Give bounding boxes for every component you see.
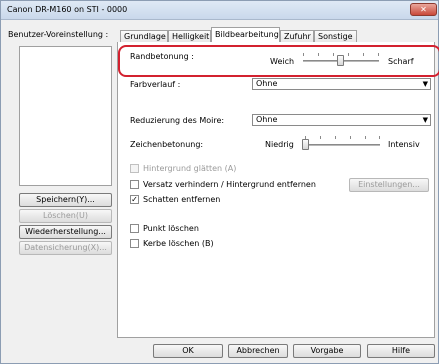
char-tick: [379, 136, 380, 139]
default-button[interactable]: Vorgabe: [293, 344, 361, 358]
moire-select[interactable]: Ohne ▼: [252, 114, 431, 126]
settings-button[interactable]: Einstellungen...: [349, 178, 429, 192]
gradient-select[interactable]: Ohne ▼: [252, 78, 431, 90]
char-max-label: Intensiv: [388, 140, 420, 149]
chevron-down-icon: ▼: [422, 116, 428, 124]
delete-preset-button[interactable]: Löschen(U): [19, 209, 112, 223]
restore-button[interactable]: Wiederherstellung...: [19, 225, 112, 239]
smooth-bg-label: Hintergrund glätten (A): [143, 164, 237, 173]
char-slider-thumb[interactable]: [302, 139, 309, 150]
char-min-label: Niedrig: [265, 140, 294, 149]
shadow-remove-checkbox[interactable]: ✓: [130, 195, 139, 204]
notch-remove-label: Kerbe löschen (B): [143, 239, 214, 248]
gradient-label: Farbverlauf :: [130, 80, 181, 89]
preset-label: Benutzer-Voreinstellung :: [8, 30, 109, 39]
char-emphasis-label: Zeichenbetonung:: [130, 140, 204, 149]
notch-remove-checkbox[interactable]: [130, 239, 139, 248]
highlight-frame: [118, 45, 439, 77]
char-slider-track[interactable]: [305, 144, 380, 146]
dialog-window: Canon DR-M160 on STI - 0000 ✕ Benutzer-V…: [0, 0, 439, 364]
save-preset-button[interactable]: Speichern(Y)...: [19, 193, 112, 207]
cancel-button[interactable]: Abbrechen: [228, 344, 288, 358]
close-button[interactable]: ✕: [410, 3, 437, 16]
bleed-through-label: Versatz verhindern / Hintergrund entfern…: [143, 180, 316, 189]
tab-bildbearbeitung[interactable]: Bildbearbeitung: [211, 27, 280, 43]
help-button[interactable]: Hilfe: [367, 344, 435, 358]
backup-button[interactable]: Datensicherung(X)...: [19, 241, 112, 255]
moire-label: Reduzierung des Moire:: [130, 116, 225, 125]
title-bar: Canon DR-M160 on STI - 0000 ✕: [1, 1, 438, 20]
punch-remove-checkbox[interactable]: [130, 224, 139, 233]
shadow-remove-label: Schatten entfernen: [143, 195, 221, 204]
window-title: Canon DR-M160 on STI - 0000: [7, 5, 128, 14]
punch-remove-label: Punkt löschen: [143, 224, 199, 233]
char-tick: [365, 136, 366, 139]
moire-value: Ohne: [256, 115, 278, 124]
char-tick: [350, 136, 351, 139]
chevron-down-icon: ▼: [422, 80, 428, 88]
preset-listbox[interactable]: [19, 46, 112, 186]
gradient-value: Ohne: [256, 79, 278, 88]
char-tick: [335, 136, 336, 139]
bleed-through-checkbox[interactable]: [130, 180, 139, 189]
smooth-bg-checkbox[interactable]: [130, 164, 139, 173]
ok-button[interactable]: OK: [153, 344, 223, 358]
char-tick: [320, 136, 321, 139]
